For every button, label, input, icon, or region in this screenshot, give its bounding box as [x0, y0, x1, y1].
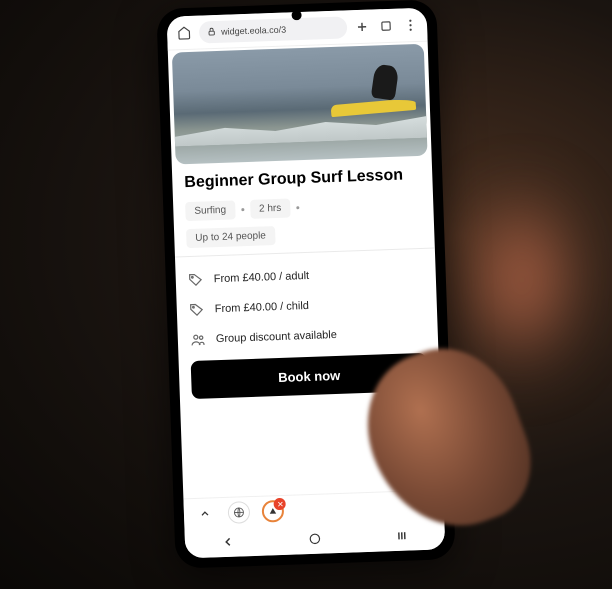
- price-child-text: From £40.00 / child: [215, 300, 310, 315]
- discount-text: Group discount available: [216, 329, 337, 345]
- menu-icon[interactable]: [401, 15, 420, 34]
- new-tab-icon[interactable]: [353, 17, 372, 36]
- tag-activity: Surfing: [185, 200, 235, 221]
- tag-capacity: Up to 24 people: [186, 226, 275, 248]
- listing-title: Beginner Group Surf Lesson: [184, 166, 420, 192]
- divider: [175, 247, 435, 257]
- tag-icon: [189, 302, 206, 319]
- back-button[interactable]: [208, 531, 249, 552]
- price-adult-text: From £40.00 / adult: [214, 270, 310, 285]
- separator-dot: [241, 208, 244, 211]
- globe-icon[interactable]: [228, 501, 251, 524]
- tag-icon: [188, 272, 205, 289]
- tabs-icon[interactable]: [377, 16, 396, 35]
- tag-duration: 2 hrs: [250, 199, 291, 219]
- tag-row: Surfing 2 hrs: [185, 194, 422, 221]
- group-icon: [190, 332, 207, 349]
- home-button[interactable]: [295, 528, 336, 549]
- tag-row-2: Up to 24 people: [186, 221, 423, 248]
- home-icon[interactable]: [175, 23, 194, 42]
- lock-icon: [207, 27, 216, 36]
- separator-dot: [296, 206, 299, 209]
- hero-image: [172, 44, 428, 165]
- chevron-up-icon[interactable]: [194, 502, 217, 525]
- url-text: widget.eola.co/3: [221, 24, 286, 36]
- url-bar[interactable]: widget.eola.co/3: [199, 16, 348, 43]
- recents-button[interactable]: [381, 525, 422, 546]
- notification-badge-icon[interactable]: ✕: [262, 499, 285, 522]
